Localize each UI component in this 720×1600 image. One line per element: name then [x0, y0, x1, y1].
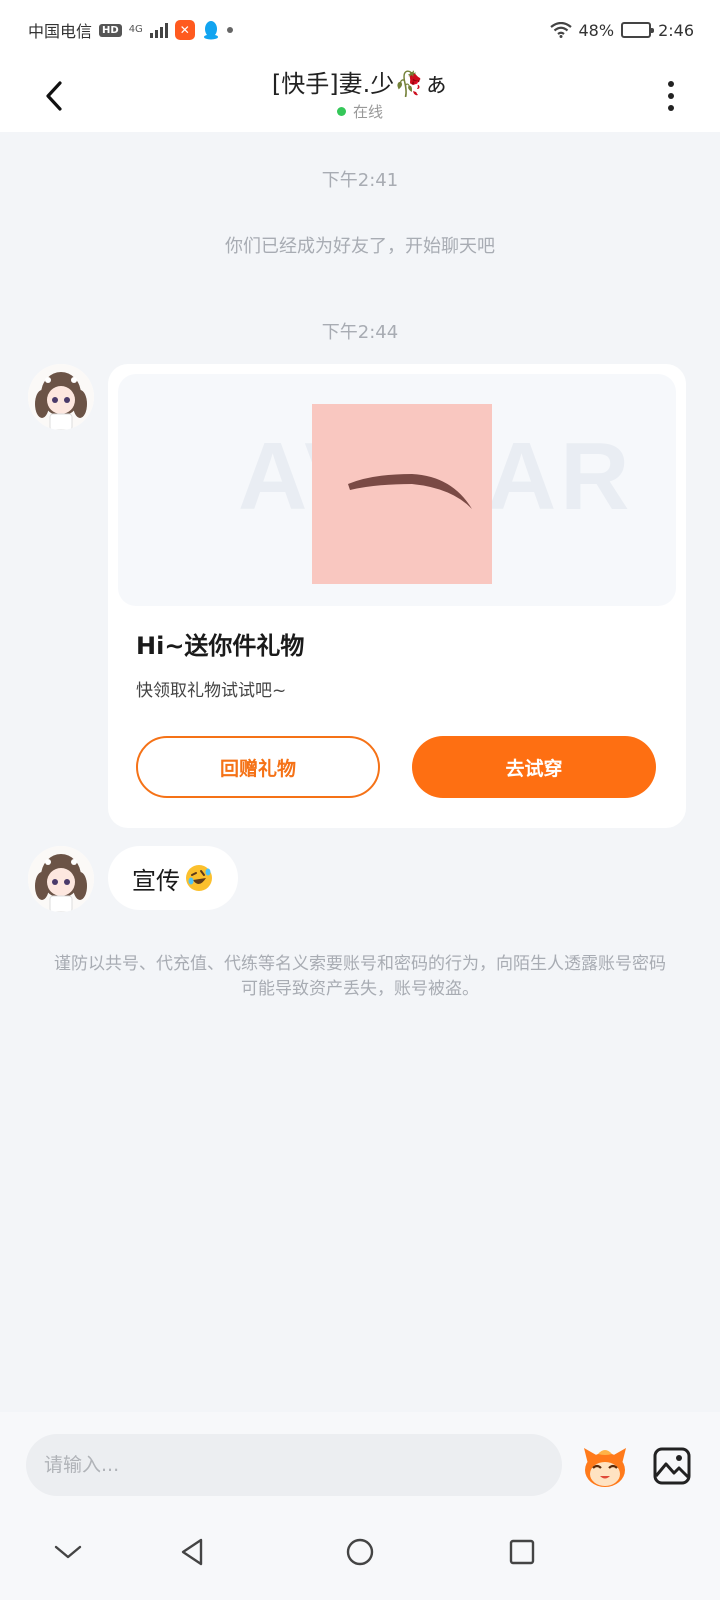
nav-recents-button[interactable] [500, 1530, 544, 1574]
more-options-button[interactable] [656, 74, 686, 118]
chat-area[interactable]: 下午2:41 你们已经成为好友了，开始聊天吧 下午2:44 AVATAR [0, 132, 720, 1412]
battery-icon [621, 22, 655, 38]
message-input[interactable] [26, 1434, 562, 1496]
status-left: 中国电信 HD 4G ✕ [28, 18, 233, 42]
square-recents-icon [509, 1539, 535, 1565]
back-button[interactable] [32, 74, 76, 118]
more-dot-icon [668, 105, 674, 111]
nav-back-button[interactable] [170, 1530, 214, 1574]
image-button[interactable] [652, 1446, 692, 1486]
battery-percent: 48% [578, 20, 615, 40]
rolling-laugh-emoji-icon [186, 865, 212, 891]
avatar[interactable] [28, 364, 94, 430]
security-warning: 谨防以共号、代充值、代练等名义索要账号和密码的行为，向陌生人透露账号密码可能导致… [54, 954, 666, 999]
gift-card[interactable]: AVATAR Hi~送你件礼物 快领取礼物试试吧~ 回赠礼物 去试穿 [108, 364, 686, 828]
online-dot-icon [336, 107, 346, 116]
status-bar: 中国电信 HD 4G ✕ 48% 2:46 [0, 0, 720, 60]
network-type: 4G [128, 24, 143, 35]
image-icon [653, 1447, 691, 1485]
try-on-button[interactable]: 去试穿 [412, 736, 656, 798]
header-title-block: [快手]妻.少🥀ぁ 在线 [160, 64, 560, 122]
mascot-sticker-icon [584, 1448, 626, 1487]
hd-badge: HD [99, 23, 122, 37]
wifi-icon [549, 22, 572, 38]
gift-preview: AVATAR [118, 374, 676, 606]
sticker-button[interactable] [580, 1442, 630, 1492]
input-bar [0, 1412, 720, 1508]
chat-header: [快手]妻.少🥀ぁ 在线 [0, 60, 720, 132]
more-dot-icon [668, 93, 674, 99]
gift-image [312, 404, 492, 584]
triangle-back-icon [181, 1538, 203, 1566]
gift-subtitle: 快领取礼物试试吧~ [136, 681, 287, 701]
eyebrow-icon [348, 474, 472, 509]
chevron-left-icon [46, 81, 62, 111]
chevron-down-icon [54, 1545, 82, 1559]
anime-girl-avatar-icon [28, 846, 94, 912]
text-message-bubble[interactable]: 宣传 [108, 846, 238, 910]
hide-keyboard-button[interactable] [46, 1530, 90, 1574]
timestamp: 下午2:44 [321, 322, 399, 343]
return-gift-button[interactable]: 回赠礼物 [136, 736, 380, 798]
system-message: 你们已经成为好友了，开始聊天吧 [225, 236, 495, 257]
online-status-label: 在线 [352, 103, 383, 121]
carrier-label: 中国电信 [28, 22, 93, 41]
signal-icon [149, 22, 168, 38]
kuaishou-app-icon: ✕ [174, 20, 195, 40]
contact-name: [快手]妻.少🥀ぁ [271, 70, 449, 98]
more-dot-icon [668, 81, 674, 87]
online-status: 在线 [160, 101, 560, 122]
notification-dot-icon [226, 27, 233, 33]
clock: 2:46 [658, 20, 694, 40]
avatar[interactable] [28, 846, 94, 912]
system-nav-bar [0, 1508, 720, 1600]
message-text: 宣传 [132, 866, 180, 895]
nav-home-button[interactable] [338, 1530, 382, 1574]
qq-app-icon [203, 21, 218, 40]
anime-girl-avatar-icon [28, 364, 94, 430]
circle-home-icon [346, 1538, 374, 1566]
gift-title: Hi~送你件礼物 [136, 632, 305, 660]
status-right: 48% 2:46 [549, 20, 694, 40]
timestamp: 下午2:41 [321, 170, 399, 191]
